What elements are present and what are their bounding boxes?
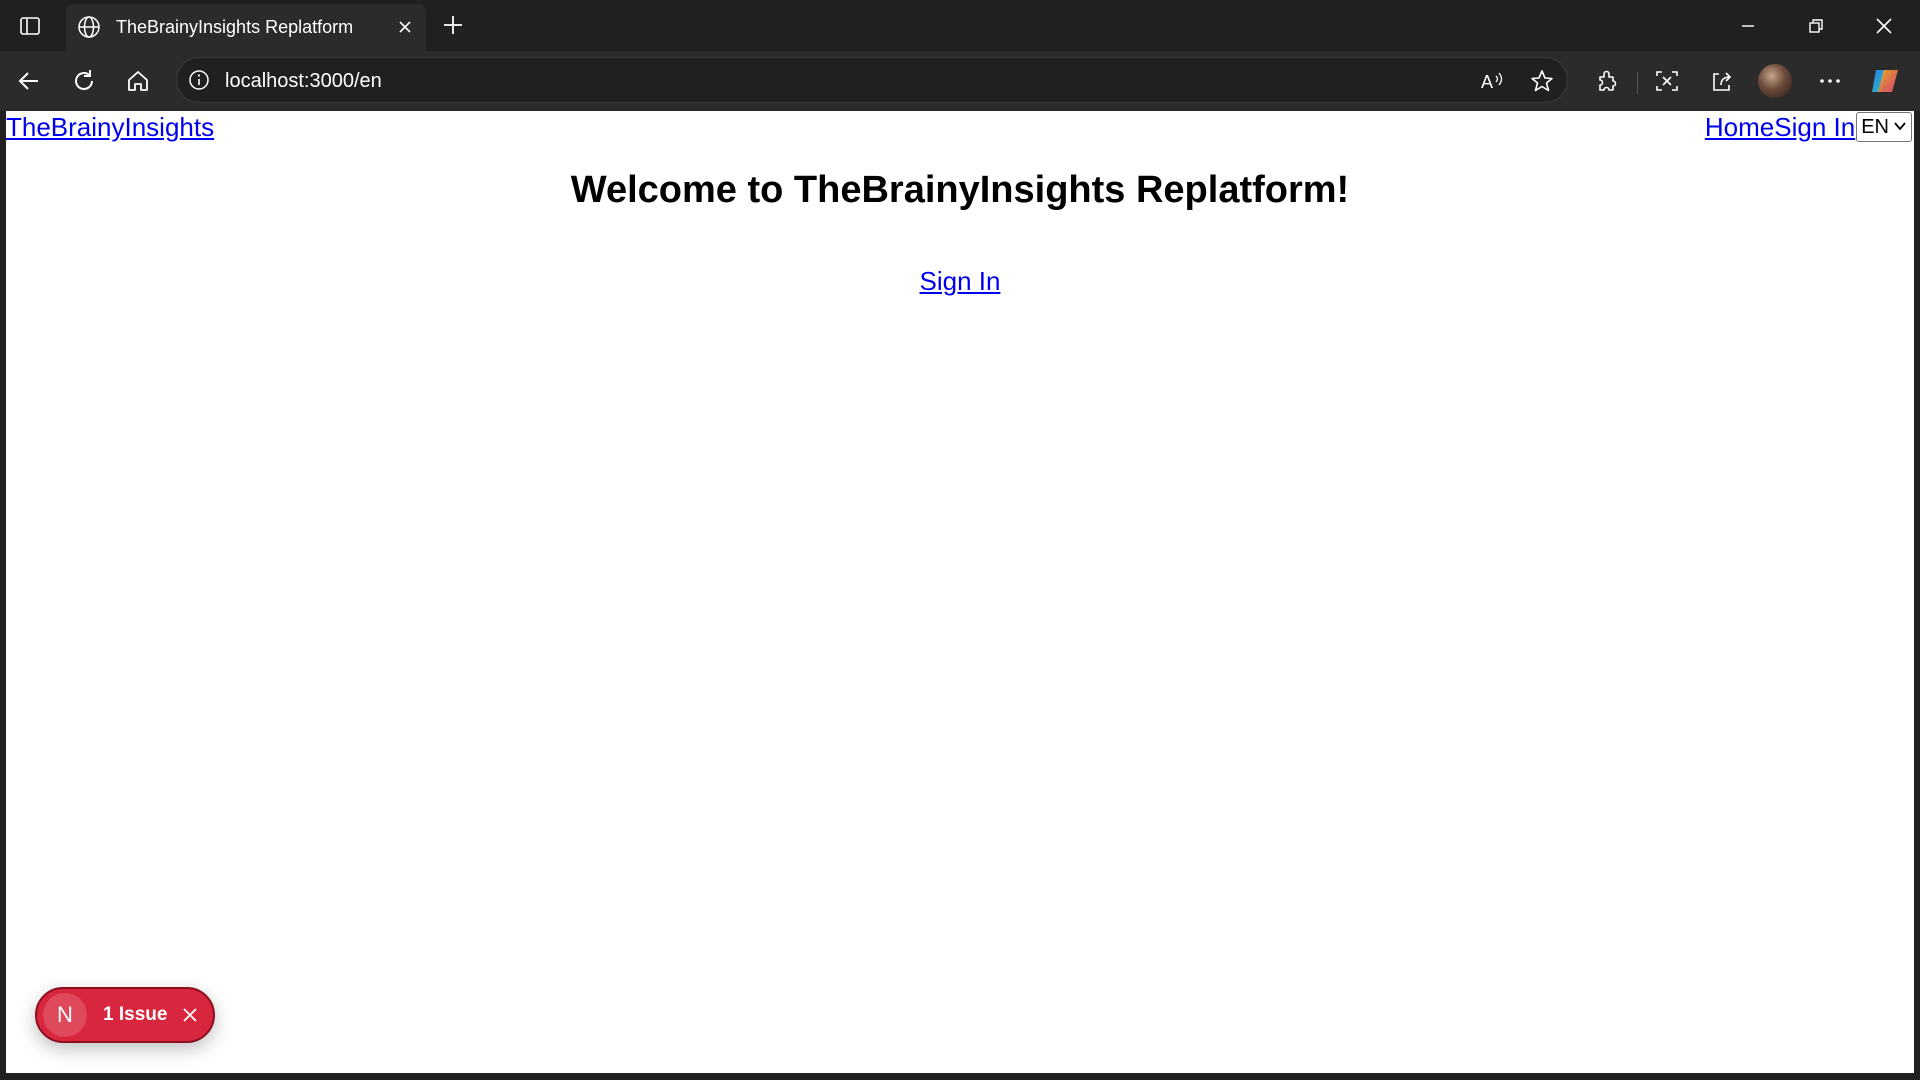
chevron-down-icon xyxy=(1893,116,1907,139)
profile-avatar[interactable] xyxy=(1758,64,1792,98)
signin-link-container: Sign In xyxy=(6,266,1914,297)
window-bottom-border xyxy=(0,1073,1920,1080)
nav-home-link[interactable]: Home xyxy=(1705,111,1774,143)
restore-icon[interactable] xyxy=(1788,6,1844,46)
active-tab[interactable]: TheBrainyInsights Replatform xyxy=(66,4,426,51)
toolbar-divider xyxy=(1637,72,1638,94)
language-selected-value: EN xyxy=(1861,115,1889,138)
close-icon[interactable] xyxy=(179,1004,201,1026)
plus-icon[interactable] xyxy=(438,10,468,40)
close-icon[interactable] xyxy=(392,14,418,40)
copilot-icon[interactable] xyxy=(1868,64,1902,98)
nextjs-logo-icon: N xyxy=(43,993,87,1037)
sidebar-toggle-icon[interactable] xyxy=(16,12,44,40)
home-icon[interactable] xyxy=(121,64,155,98)
tab-title: TheBrainyInsights Replatform xyxy=(116,17,354,37)
close-window-icon[interactable] xyxy=(1856,6,1912,46)
url-text[interactable]: localhost:3000/en xyxy=(225,70,382,93)
refresh-icon[interactable] xyxy=(67,64,101,98)
issue-count-label[interactable]: 1 Issue xyxy=(103,1004,167,1026)
screenshot-icon[interactable] xyxy=(1650,64,1684,98)
svg-text:A: A xyxy=(1481,72,1493,92)
nav-signin-link[interactable]: Sign In xyxy=(1774,111,1855,143)
signin-link[interactable]: Sign In xyxy=(920,266,1001,296)
back-icon[interactable] xyxy=(12,64,46,98)
language-select[interactable]: EN xyxy=(1856,112,1912,142)
read-aloud-icon[interactable]: A xyxy=(1477,66,1507,96)
page-viewport: TheBrainyInsights Home Sign In EN Welcom… xyxy=(6,111,1914,1073)
extensions-icon[interactable] xyxy=(1590,64,1624,98)
browser-toolbar: localhost:3000/en A xyxy=(0,51,1920,111)
page-title: Welcome to TheBrainyInsights Replatform! xyxy=(570,169,1350,211)
favorite-star-icon[interactable] xyxy=(1527,66,1557,96)
info-icon[interactable] xyxy=(187,68,211,92)
site-logo-link[interactable]: TheBrainyInsights xyxy=(6,111,214,143)
browser-tab-bar: TheBrainyInsights Replatform xyxy=(0,0,1920,51)
header-nav: Home Sign In EN xyxy=(1705,111,1912,143)
address-bar[interactable]: localhost:3000/en A xyxy=(176,57,1568,103)
globe-icon xyxy=(76,14,102,40)
minimize-icon[interactable] xyxy=(1720,6,1776,46)
nextjs-issues-badge[interactable]: N 1 Issue xyxy=(35,987,215,1043)
more-icon[interactable] xyxy=(1813,64,1847,98)
share-icon[interactable] xyxy=(1705,64,1739,98)
